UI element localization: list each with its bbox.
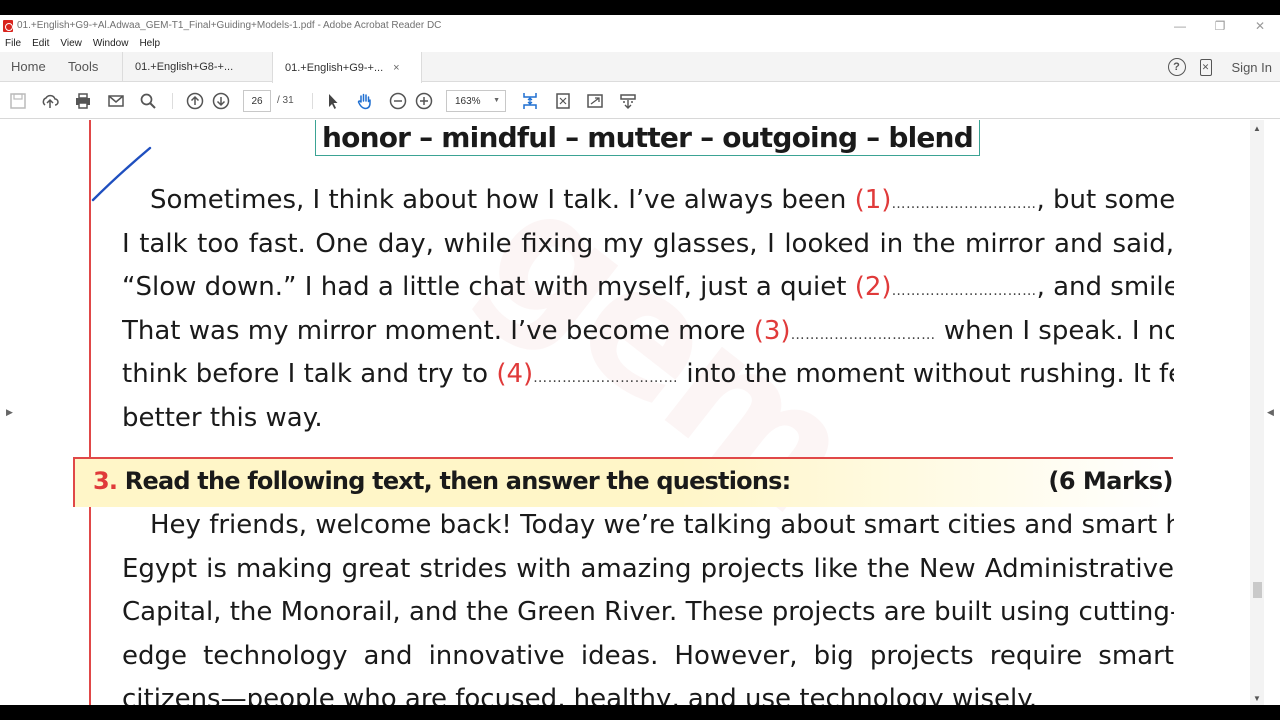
document-tab-g8[interactable]: 01.+English+G8-+... [122, 52, 272, 82]
hand-icon[interactable] [355, 91, 375, 111]
text-line: I talk too fast. One day, while fixing m… [122, 228, 1174, 259]
close-window-button[interactable]: ✕ [1240, 15, 1280, 36]
scroll-mode-icon[interactable] [520, 91, 540, 111]
blank-dots: ………………………… [790, 326, 936, 343]
tab-tools[interactable]: Tools [68, 59, 98, 74]
menu-bar: File Edit View Window Help [0, 36, 1280, 51]
word-bank-box: honor – mindful – mutter – outgoing – bl… [315, 120, 980, 156]
paragraph-cloze: Sometimes, I think about how I talk. I’v… [122, 179, 1174, 440]
zoom-in-icon[interactable] [414, 91, 434, 111]
toolbar: 26 / 31 163% ▼ [0, 83, 1280, 119]
text-line: better this way. [122, 402, 323, 433]
left-panel-toggle-icon[interactable]: ▶ [6, 407, 13, 418]
scroll-down-icon[interactable]: ▼ [1253, 694, 1261, 703]
scrollbar-thumb[interactable] [1253, 582, 1262, 598]
right-panel-toggle-icon[interactable]: ◀ [1267, 407, 1274, 418]
text-line: edge technology and innovative ideas. Ho… [122, 640, 1174, 671]
paragraph-reading: Hey friends, welcome back! Today we’re t… [122, 504, 1174, 705]
blank-number: (1) [854, 185, 892, 215]
menu-view[interactable]: View [60, 38, 82, 49]
toolbar-divider [172, 93, 173, 109]
zoom-value: 163% [455, 95, 481, 107]
page-total: / 31 [277, 95, 294, 106]
text-line: Hey friends, welcome back! Today we’re t… [150, 510, 1174, 540]
tab-home[interactable]: Home [11, 59, 46, 74]
menu-help[interactable]: Help [139, 38, 160, 49]
vertical-scrollbar[interactable]: ▲ ▼ [1250, 120, 1264, 705]
section-title: 3. Read the following text, then answer … [93, 467, 791, 495]
blank-number: (2) [854, 272, 892, 302]
window-title: 01.+English+G9-+Al.Adwaa_GEM-T1_Final+Gu… [17, 20, 442, 31]
section-header: 3. Read the following text, then answer … [73, 457, 1173, 507]
read-mode-icon[interactable] [618, 91, 638, 111]
text-line: citizens—people who are focused, healthy… [122, 684, 1038, 705]
text-line: Sometimes, I think about how I talk. I’v… [150, 185, 1174, 215]
upload-icon[interactable] [40, 91, 60, 111]
menu-edit[interactable]: Edit [32, 38, 49, 49]
fit-page-icon[interactable] [553, 91, 573, 111]
help-icon[interactable]: ? [1167, 58, 1186, 76]
restore-button[interactable]: ❐ [1200, 15, 1240, 36]
full-screen-icon[interactable] [585, 91, 605, 111]
close-tab-icon[interactable]: × [393, 62, 399, 74]
sign-in-button[interactable]: Sign In [1232, 60, 1272, 75]
page-up-icon[interactable] [185, 91, 205, 111]
text-line: think before I talk and try to (4)………………… [122, 359, 1174, 389]
menu-file[interactable]: File [5, 38, 21, 49]
document-viewport[interactable]: ▶ ◀ gem honor – mindful – mutter – outgo… [0, 120, 1280, 705]
document-tab-label: 01.+English+G8-+... [135, 61, 234, 73]
page-down-icon[interactable] [211, 91, 231, 111]
section-marks: (6 Marks) [1048, 467, 1173, 495]
blank-number: (4) [496, 359, 534, 389]
zoom-select[interactable]: 163% ▼ [446, 90, 506, 112]
print-icon[interactable] [73, 91, 93, 111]
mobile-link-icon[interactable]: ✕ [1199, 58, 1212, 76]
blank-dots: ………………………… [891, 283, 1037, 299]
acrobat-logo-icon [3, 19, 13, 32]
page-number-input[interactable]: 26 [243, 90, 271, 112]
blank-dots: ………………………… [891, 196, 1037, 212]
blank-dots: ………………………… [533, 370, 679, 386]
select-cursor-icon[interactable] [323, 91, 343, 111]
document-tab-g9[interactable]: 01.+English+G9-+... × [272, 52, 422, 83]
text-line: Capital, the Monorail, and the Green Riv… [122, 597, 1174, 627]
minimize-button[interactable]: — [1160, 15, 1200, 36]
scroll-up-icon[interactable]: ▲ [1253, 124, 1261, 133]
text-line: That was my mirror moment. I’ve become m… [122, 315, 1174, 346]
toolbar-divider [312, 93, 313, 109]
zoom-out-icon[interactable] [388, 91, 408, 111]
document-tab-label: 01.+English+G9-+... [285, 61, 384, 74]
text-line: Egypt is making great strides with amazi… [122, 553, 1174, 584]
section-number: 3. [93, 467, 118, 495]
search-icon[interactable] [138, 91, 158, 111]
menu-window[interactable]: Window [93, 38, 129, 49]
title-bar: 01.+English+G9-+Al.Adwaa_GEM-T1_Final+Gu… [0, 15, 1280, 36]
email-icon[interactable] [106, 91, 126, 111]
tab-bar: Home Tools 01.+English+G8-+... 01.+Engli… [0, 52, 1280, 83]
text-line: “Slow down.” I had a little chat with my… [122, 272, 1174, 302]
save-icon[interactable] [8, 91, 28, 111]
blank-number: (3) [753, 315, 791, 346]
chevron-down-icon: ▼ [493, 97, 500, 104]
acrobat-window: 01.+English+G9-+Al.Adwaa_GEM-T1_Final+Gu… [0, 15, 1280, 705]
